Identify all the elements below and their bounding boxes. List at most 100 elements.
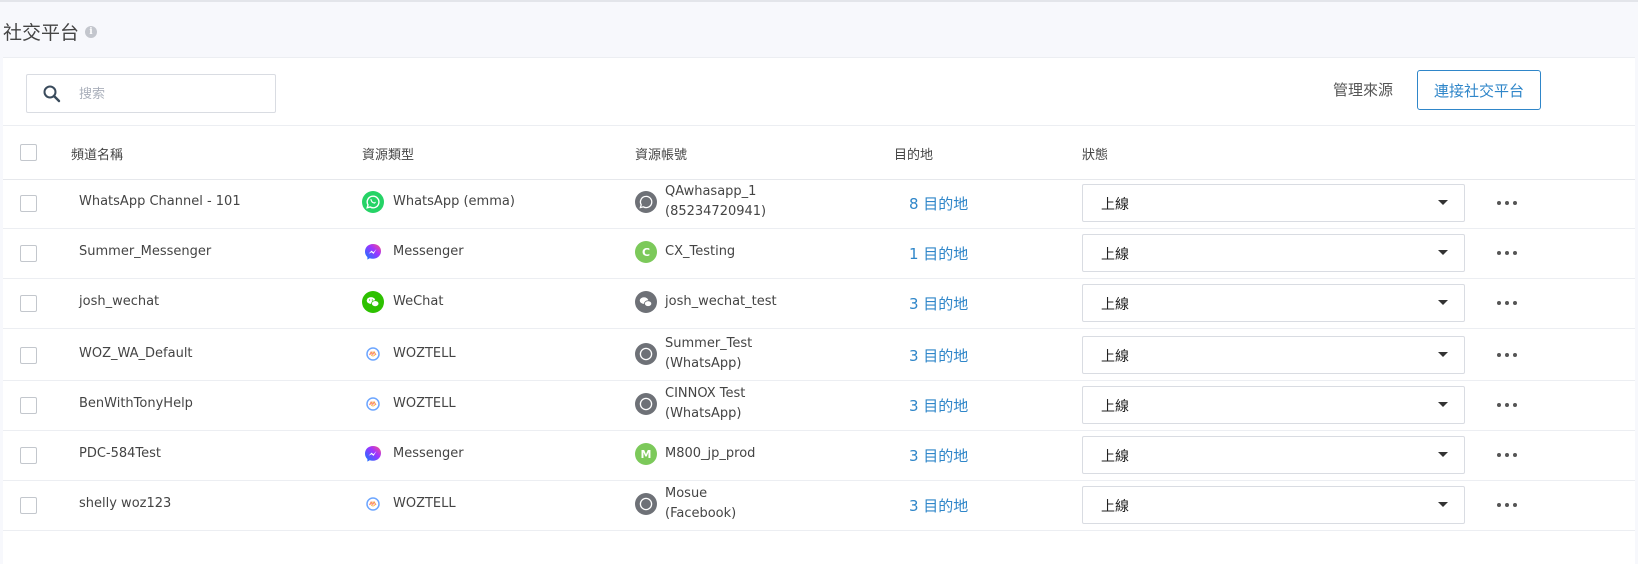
avatar: C — [635, 241, 657, 263]
search-input[interactable] — [77, 83, 271, 105]
source-type: Messenger — [393, 244, 464, 259]
manage-sources-link[interactable]: 管理來源 — [1333, 79, 1393, 100]
status-dropdown[interactable]: 上線 — [1082, 184, 1465, 222]
top-divider — [0, 0, 1638, 2]
source-account-name: CX_Testing — [665, 244, 736, 259]
source-account-name: Mosue — [665, 486, 708, 501]
source-account-name: QAwhasapp_1 — [665, 184, 757, 199]
table-row: BenWithTonyHelp WOZTELL CINNOX Test (WhatsA… — [3, 380, 1635, 431]
status-value: 上線 — [1101, 399, 1129, 415]
select-all-checkbox[interactable] — [20, 144, 37, 161]
source-account: Mosue (Facebook) — [665, 484, 736, 524]
source-account: CINNOX Test (WhatsApp) — [665, 384, 745, 424]
row-checkbox[interactable] — [20, 447, 37, 464]
row-checkbox[interactable] — [20, 347, 37, 364]
status-value: 上線 — [1101, 349, 1129, 365]
status-dropdown[interactable]: 上線 — [1082, 284, 1465, 322]
source-type: WOZTELL — [393, 496, 456, 511]
woztell-icon — [362, 493, 384, 515]
source-type: Messenger — [393, 446, 464, 461]
destination-count-link[interactable]: 3 目的地 — [909, 345, 968, 366]
status-dropdown[interactable]: 上線 — [1082, 386, 1465, 424]
search-icon — [43, 85, 61, 103]
messenger-icon — [362, 443, 384, 465]
source-type: WOZTELL — [393, 346, 456, 361]
row-checkbox[interactable] — [20, 245, 37, 262]
table-row: josh_wechat WeChat josh_wechat_test 3 目的地 上線 — [3, 278, 1635, 329]
page-header: 社交平台 i — [3, 18, 98, 45]
more-options-icon[interactable] — [1497, 297, 1517, 309]
channel-name: josh_wechat — [79, 294, 160, 309]
more-options-icon[interactable] — [1497, 349, 1517, 361]
destination-count-link[interactable]: 3 目的地 — [909, 445, 968, 466]
row-checkbox[interactable] — [20, 397, 37, 414]
status-dropdown[interactable]: 上線 — [1082, 486, 1465, 524]
social-platform-card: 管理來源 連接社交平台 頻道名稱 資源類型 資源帳號 目的地 狀態 WhatsA… — [3, 57, 1635, 564]
connect-social-platform-button[interactable]: 連接社交平台 — [1417, 70, 1541, 110]
more-options-icon[interactable] — [1497, 449, 1517, 461]
column-header-channel: 頻道名稱 — [71, 148, 124, 163]
chevron-down-icon — [1438, 452, 1448, 457]
table-row: Summer_Messenger Messenger C CX_Testing 1 目的… — [3, 228, 1635, 279]
avatar: M — [635, 443, 657, 465]
column-header-destination: 目的地 — [894, 148, 934, 163]
channel-name: PDC-584Test — [79, 446, 162, 461]
source-account-name: josh_wechat_test — [665, 294, 777, 309]
source-account: M800_jp_prod — [665, 444, 755, 464]
woztell-icon — [362, 343, 384, 365]
status-dropdown[interactable]: 上線 — [1082, 234, 1465, 272]
source-account-detail: (WhatsApp) — [665, 356, 742, 371]
destination-count-link[interactable]: 3 目的地 — [909, 495, 968, 516]
source-account-name: M800_jp_prod — [665, 446, 756, 461]
more-options-icon[interactable] — [1497, 399, 1517, 411]
source-account-detail: (85234720941) — [665, 204, 767, 219]
table-header: 頻道名稱 資源類型 資源帳號 目的地 狀態 — [3, 125, 1635, 180]
whatsapp-icon — [362, 191, 384, 213]
woztell-icon — [635, 393, 657, 415]
source-account-detail: (WhatsApp) — [665, 406, 742, 421]
status-value: 上線 — [1101, 449, 1129, 465]
source-account-name: Summer_Test — [665, 336, 753, 351]
chevron-down-icon — [1438, 502, 1448, 507]
status-dropdown[interactable]: 上線 — [1082, 436, 1465, 474]
row-checkbox[interactable] — [20, 295, 37, 312]
column-header-account: 資源帳號 — [635, 148, 688, 163]
chevron-down-icon — [1438, 200, 1448, 205]
wechat-icon — [362, 291, 384, 313]
destination-count-link[interactable]: 3 目的地 — [909, 395, 968, 416]
wechat-icon — [635, 291, 657, 313]
table-row: WhatsApp Channel - 101 WhatsApp (emma) QAw… — [3, 178, 1635, 229]
table-row: PDC-584Test Messenger M M800_jp_prod 3 目的地 上線 — [3, 430, 1635, 481]
source-account: josh_wechat_test — [665, 292, 777, 312]
channel-name: Summer_Messenger — [79, 244, 212, 259]
chevron-down-icon — [1438, 250, 1448, 255]
more-options-icon[interactable] — [1497, 499, 1517, 511]
column-header-status: 狀態 — [1082, 148, 1109, 163]
destination-count-link[interactable]: 3 目的地 — [909, 293, 968, 314]
chevron-down-icon — [1438, 352, 1448, 357]
messenger-icon — [362, 241, 384, 263]
info-icon[interactable]: i — [85, 25, 98, 38]
status-value: 上線 — [1101, 197, 1129, 213]
column-header-type: 資源類型 — [362, 148, 415, 163]
status-dropdown[interactable]: 上線 — [1082, 336, 1465, 374]
source-type: WeChat — [393, 294, 444, 309]
status-value: 上線 — [1101, 247, 1129, 263]
source-account-detail: (Facebook) — [665, 506, 737, 521]
more-options-icon[interactable] — [1497, 247, 1517, 259]
more-options-icon[interactable] — [1497, 197, 1517, 209]
status-value: 上線 — [1101, 297, 1129, 313]
row-checkbox[interactable] — [20, 497, 37, 514]
woztell-icon — [635, 343, 657, 365]
channel-name: WhatsApp Channel - 101 — [79, 194, 241, 209]
destination-count-link[interactable]: 8 目的地 — [909, 193, 968, 214]
table-row: shelly woz123 WOZTELL Mosue (Facebook) 3 目的地… — [3, 480, 1635, 531]
destination-count-link[interactable]: 1 目的地 — [909, 243, 968, 264]
source-type: WhatsApp (emma) — [393, 194, 515, 209]
page-title: 社交平台 — [3, 22, 80, 44]
chevron-down-icon — [1438, 402, 1448, 407]
search-box[interactable] — [26, 74, 276, 113]
chevron-down-icon — [1438, 300, 1448, 305]
toolbar: 管理來源 連接社交平台 — [3, 58, 1635, 126]
row-checkbox[interactable] — [20, 195, 37, 212]
